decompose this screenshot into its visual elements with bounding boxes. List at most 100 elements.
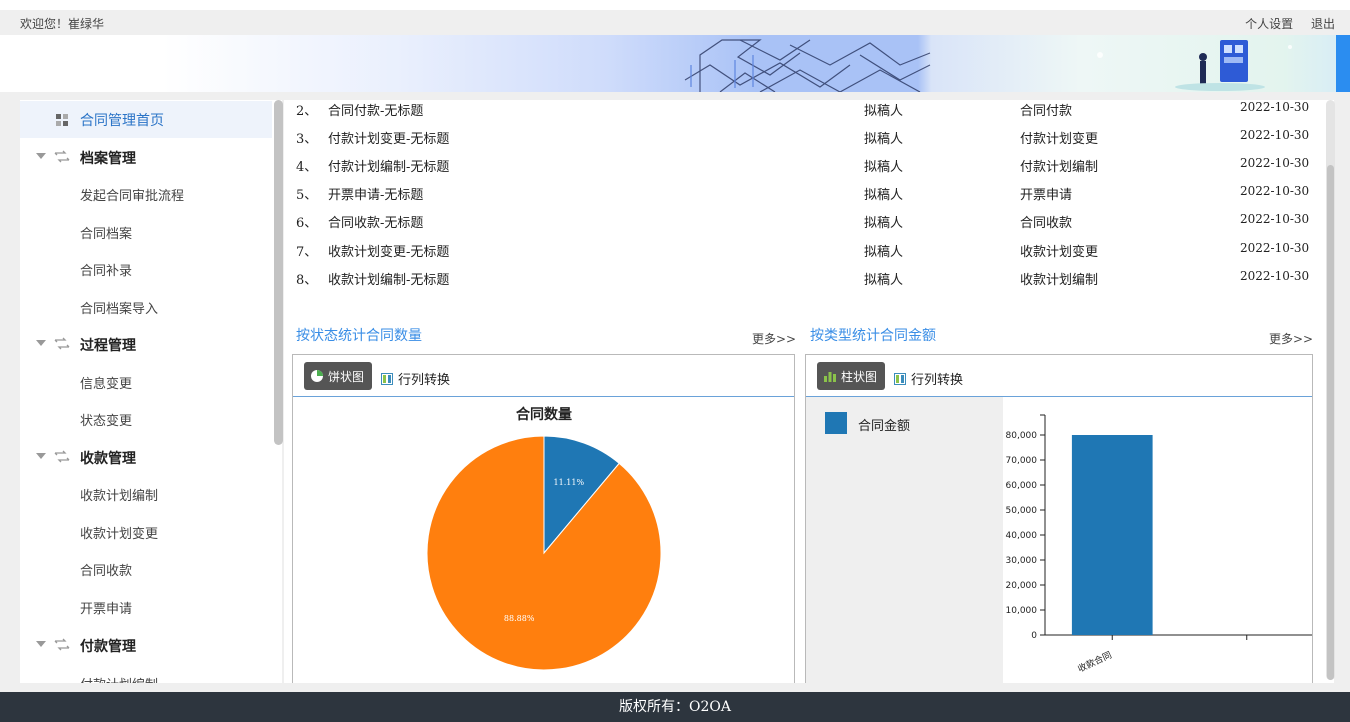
row-date: 2022-10-30 (1240, 156, 1310, 170)
row-title[interactable]: 收款计划变更-无标题 (328, 241, 449, 260)
pivot-button-label: 行列转换 (398, 373, 451, 388)
caret-down-icon (36, 641, 46, 647)
row-type: 合同付款 (1020, 104, 1073, 119)
type-section-title: 按类型统计合同金额 (810, 328, 936, 344)
row-type: 收款计划编制 (1020, 273, 1099, 288)
sidebar-item-payment-plan[interactable]: 付款计划编制 (20, 665, 272, 683)
banner-edge (1336, 35, 1350, 92)
sidebar-item-contract-supplement[interactable]: 合同补录 (20, 251, 272, 288)
pie-slice[interactable] (426, 435, 662, 671)
pie-chart-button-label: 饼状图 (328, 369, 365, 384)
flow-icon (54, 638, 70, 651)
sidebar-item-contract-archive[interactable]: 合同档案 (20, 214, 272, 251)
row-title[interactable]: 付款计划编制-无标题 (328, 156, 449, 175)
pivot-button[interactable]: 行列转换 (381, 369, 450, 388)
type-chart-toolbar: 柱状图 行列转换 (806, 355, 1312, 397)
row-date: 2022-10-30 (1240, 184, 1310, 198)
sidebar-item-info-change[interactable]: 信息变更 (20, 364, 272, 401)
flow-icon (54, 450, 70, 463)
table-pivot-icon (894, 372, 906, 385)
status-more-link[interactable]: 更多>> (752, 330, 796, 347)
caret-down-icon (36, 340, 46, 346)
row-number: 3、 (296, 132, 318, 147)
row-title[interactable]: 开票申请-无标题 (328, 184, 423, 203)
row-type: 收款计划变更 (1020, 245, 1099, 260)
personal-settings-link[interactable]: 个人设置 (1245, 17, 1293, 31)
bar-chart-button[interactable]: 柱状图 (817, 362, 886, 390)
type-chart-panel: 柱状图 行列转换 合同金额 0 10,000 20,000 30,000 40,000 5… (805, 354, 1313, 683)
row-number: 7、 (296, 245, 318, 260)
type-more-link[interactable]: 更多>> (1269, 330, 1313, 347)
sidebar-scrollbar[interactable] (274, 100, 283, 445)
sidebar-item-receipt-plan-change[interactable]: 收款计划变更 (20, 514, 272, 551)
row-role: 拟稿人 (864, 216, 904, 231)
sidebar-item-home[interactable]: 合同管理首页 (20, 101, 272, 138)
welcome-text: 欢迎您！崔绿华 (20, 17, 105, 31)
sidebar-group-label: 付款管理 (80, 638, 136, 655)
sidebar-item-receipt-plan[interactable]: 收款计划编制 (20, 476, 272, 513)
row-number: 4、 (296, 160, 318, 175)
y-tick-label: 80,000 (1006, 431, 1038, 441)
table-row[interactable]: 8、 收款计划编制-无标题 拟稿人 收款计划编制 2022-10-30 (284, 269, 1324, 297)
row-title[interactable]: 付款计划变更-无标题 (328, 128, 449, 147)
pivot-button-label: 行列转换 (911, 373, 964, 388)
sidebar-group-receipt[interactable]: 收款管理 (20, 439, 272, 476)
bar[interactable] (1071, 435, 1153, 635)
row-type: 付款计划编制 (1020, 160, 1099, 175)
sidebar: 合同管理首页 档案管理 发起合同审批流程 合同档案 合同补录 合同档案导入 过程… (20, 100, 282, 683)
footer: 版权所有：O2OA (0, 692, 1350, 722)
bar-chart-icon (824, 372, 836, 382)
row-date: 2022-10-30 (1240, 241, 1310, 255)
bar-chart: 0 10,000 20,000 30,000 40,000 50,000 60,000 70,… (1006, 414, 1312, 675)
table-pivot-icon (381, 372, 393, 385)
row-role: 拟稿人 (864, 132, 904, 147)
row-role: 拟稿人 (864, 160, 904, 175)
sidebar-item-invoice-request[interactable]: 开票申请 (20, 589, 272, 626)
y-tick-label: 50,000 (1006, 506, 1038, 516)
sidebar-item-start-approval[interactable]: 发起合同审批流程 (20, 176, 272, 213)
dashboard-icon (56, 114, 68, 126)
table-row[interactable]: 4、 付款计划编制-无标题 拟稿人 付款计划编制 2022-10-30 (284, 156, 1324, 184)
table-row[interactable]: 7、 收款计划变更-无标题 拟稿人 收款计划变更 2022-10-30 (284, 241, 1324, 269)
copyright-text: 版权所有：O2OA (619, 699, 731, 715)
caret-down-icon (36, 453, 46, 459)
row-date: 2022-10-30 (1240, 128, 1310, 142)
sidebar-item-contract-receipt[interactable]: 合同收款 (20, 551, 272, 588)
y-tick-label: 0 (1031, 631, 1037, 641)
row-type: 开票申请 (1020, 188, 1073, 203)
legend-swatch (825, 412, 847, 434)
top-bar: 欢迎您！崔绿华 个人设置 退出 (0, 10, 1350, 35)
status-section-title: 按状态统计合同数量 (296, 328, 422, 344)
pie-chart-button[interactable]: 饼状图 (304, 362, 373, 390)
banner-graphic-icon (684, 39, 1292, 92)
y-tick-label: 60,000 (1006, 481, 1038, 491)
row-role: 拟稿人 (864, 273, 904, 288)
sidebar-group-payment[interactable]: 付款管理 (20, 627, 272, 664)
table-row[interactable]: 2、 合同付款-无标题 拟稿人 合同付款 2022-10-30 (284, 100, 1324, 128)
row-date: 2022-10-30 (1240, 100, 1310, 114)
y-tick-label: 20,000 (1006, 581, 1038, 591)
row-role: 拟稿人 (864, 245, 904, 260)
main-content: 2、 合同付款-无标题 拟稿人 合同付款 2022-10-30 3、 付款计划变… (284, 100, 1334, 683)
table-row[interactable]: 5、 开票申请-无标题 拟稿人 开票申请 2022-10-30 (284, 184, 1324, 212)
table-row[interactable]: 3、 付款计划变更-无标题 拟稿人 付款计划变更 2022-10-30 (284, 128, 1324, 156)
row-date: 2022-10-30 (1240, 269, 1310, 283)
sidebar-item-label: 合同管理首页 (80, 112, 164, 129)
table-row[interactable]: 6、 合同收款-无标题 拟稿人 合同收款 2022-10-30 (284, 212, 1324, 240)
y-tick-label: 70,000 (1006, 456, 1038, 466)
main-scrollbar-thumb[interactable] (1327, 165, 1334, 680)
row-number: 5、 (296, 188, 318, 203)
pivot-button[interactable]: 行列转换 (894, 369, 963, 388)
sidebar-group-process[interactable]: 过程管理 (20, 326, 272, 363)
sidebar-item-status-change[interactable]: 状态变更 (20, 401, 272, 438)
row-title[interactable]: 合同收款-无标题 (328, 212, 423, 231)
status-chart-panel: 饼状图 行列转换 合同数量 11.11% 88.88% (292, 354, 795, 683)
sidebar-item-archive-import[interactable]: 合同档案导入 (20, 289, 272, 326)
logout-link[interactable]: 退出 (1311, 17, 1335, 31)
sidebar-group-label: 档案管理 (80, 150, 136, 167)
sidebar-group-archive[interactable]: 档案管理 (20, 139, 272, 176)
header-banner (0, 35, 1350, 92)
row-title[interactable]: 收款计划编制-无标题 (328, 269, 449, 288)
row-title[interactable]: 合同付款-无标题 (328, 100, 423, 119)
sidebar-group-label: 收款管理 (80, 450, 136, 467)
